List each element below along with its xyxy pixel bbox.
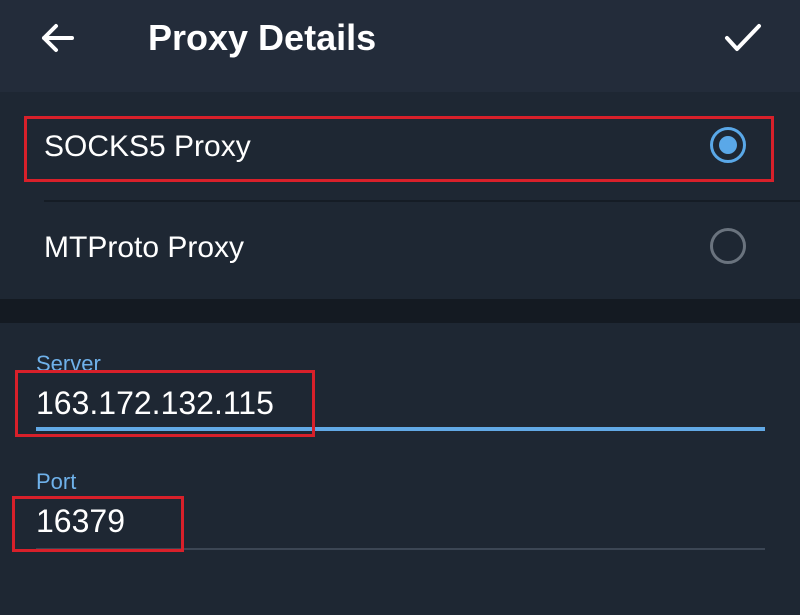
radio-selected-icon[interactable] (710, 127, 746, 163)
back-button[interactable] (30, 16, 84, 60)
checkmark-icon (725, 24, 761, 51)
page-title: Proxy Details (148, 17, 377, 58)
port-field[interactable]: 16379 (36, 503, 125, 540)
proxy-type-socks5[interactable]: SOCKS5 Proxy (0, 97, 800, 202)
proxy-type-mtproto[interactable]: MTProto Proxy (0, 198, 800, 298)
server-field[interactable]: 163.172.132.115 (36, 385, 274, 422)
port-underline (36, 548, 765, 550)
server-label: Server (36, 351, 101, 376)
proxy-fields: Server 163.172.132.115 Port 16379 (0, 323, 800, 615)
radio-unselected-icon[interactable] (710, 228, 746, 264)
proxy-type-list: SOCKS5 Proxy MTProto Proxy (0, 92, 800, 299)
arrow-left-icon (42, 24, 74, 52)
proxy-type-label: MTProto Proxy (44, 231, 245, 264)
done-button[interactable] (716, 16, 770, 60)
proxy-type-label: SOCKS5 Proxy (44, 130, 251, 163)
section-separator (0, 299, 800, 323)
toolbar: Proxy Details (0, 0, 800, 92)
port-label: Port (36, 469, 77, 494)
server-underline (36, 427, 765, 431)
